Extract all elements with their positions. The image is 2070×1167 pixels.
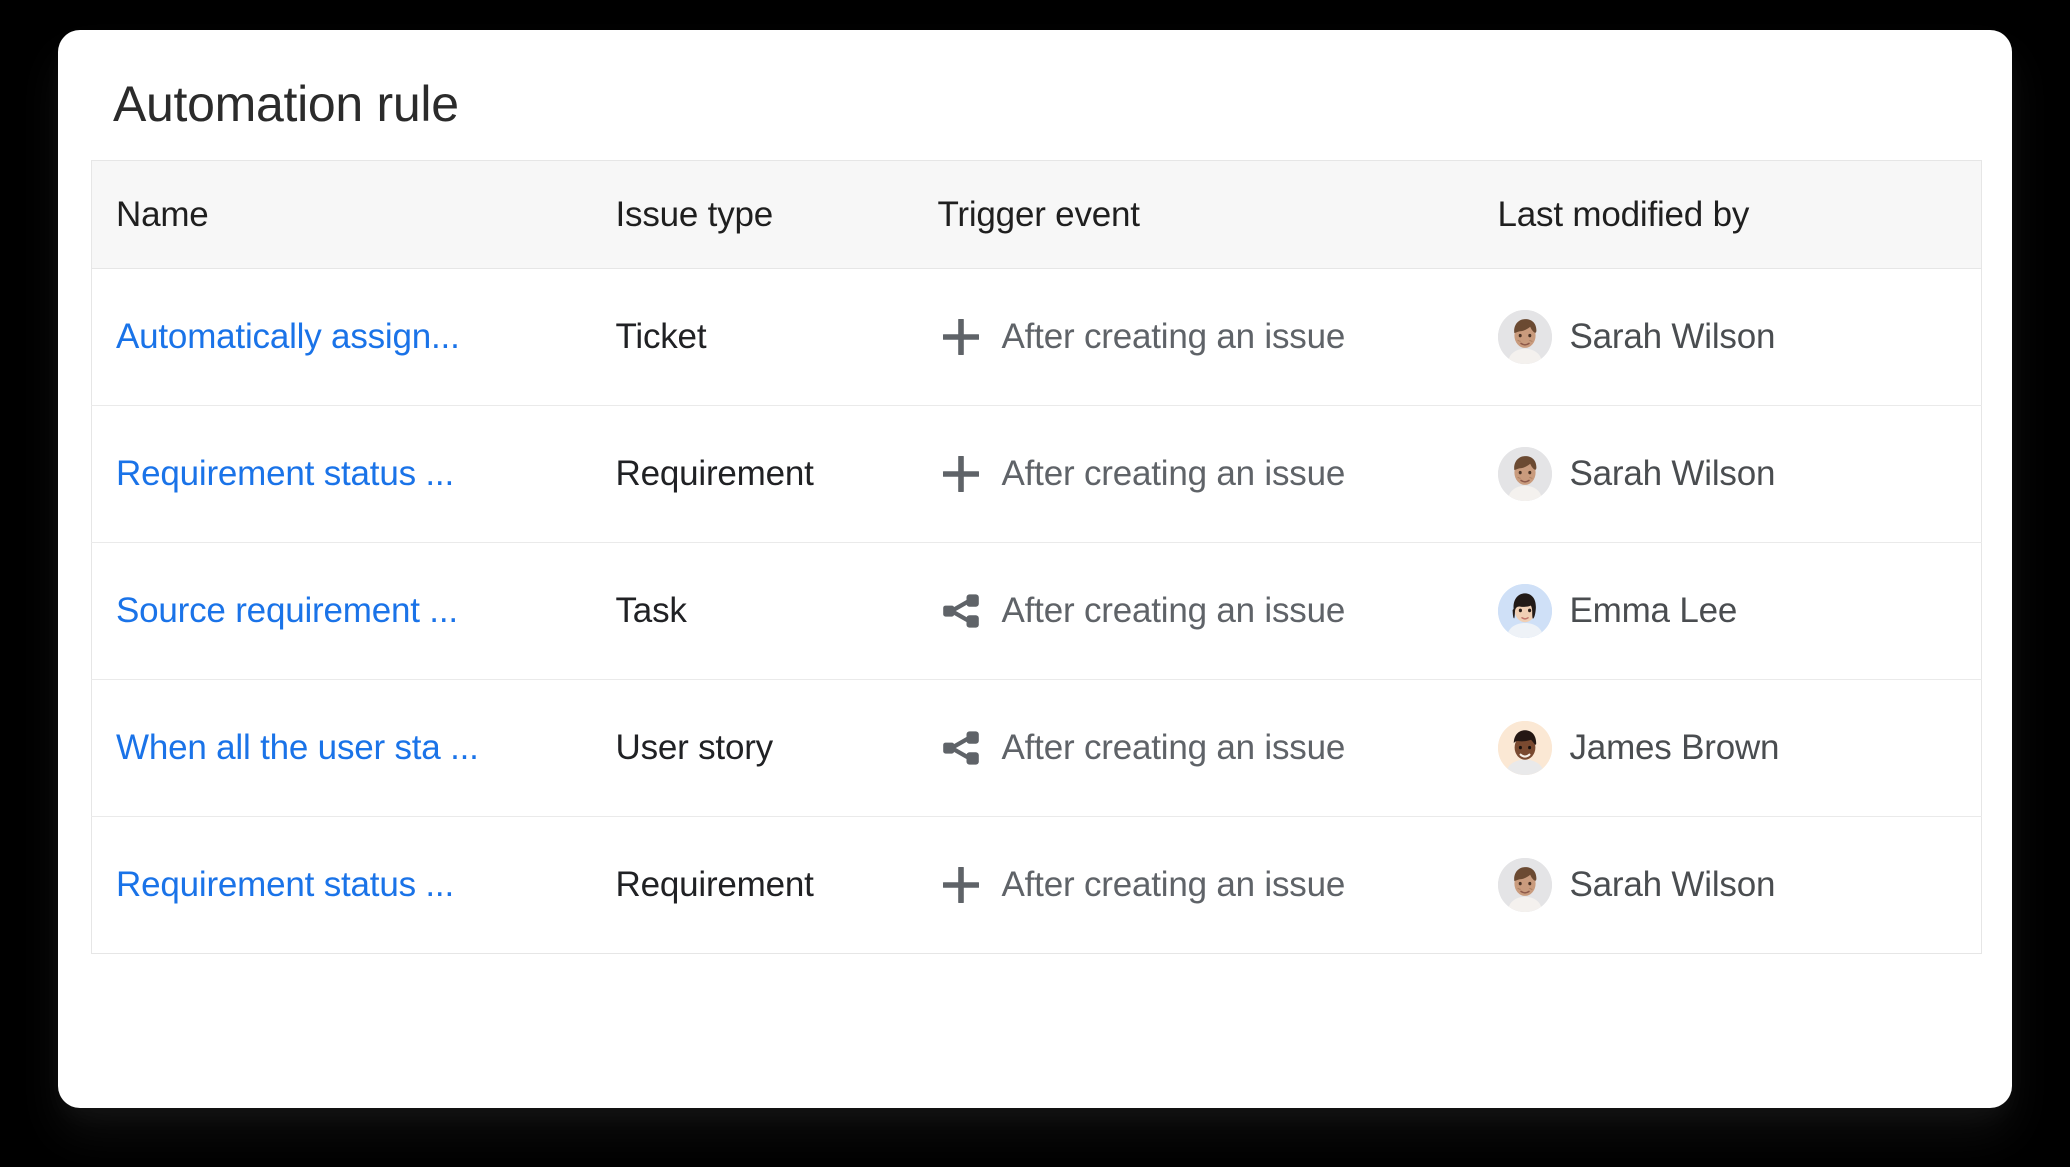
rule-name-link[interactable]: Requirement status ... — [116, 454, 454, 493]
issue-type-label: Requirement — [615, 454, 814, 493]
cell-issue-type: Task — [591, 542, 914, 680]
avatar-sarah-wilson — [1497, 310, 1552, 364]
table-row[interactable]: Source requirement ... Task After creatin… — [91, 542, 1982, 680]
plus-icon — [938, 451, 984, 497]
trigger-event-label: After creating an issue — [1001, 865, 1346, 904]
rule-name-link[interactable]: When all the user sta ... — [116, 728, 479, 767]
automation-rule-card: Automation rule Name Issue type Trigger … — [58, 30, 2012, 1108]
cell-issue-type: User story — [591, 679, 914, 817]
cell-trigger-event: After creating an issue — [913, 679, 1474, 817]
cell-last-modified-by: Sarah Wilson — [1473, 816, 1982, 954]
cell-rule-name: Requirement status ... — [91, 405, 592, 543]
cell-trigger-event: After creating an issue — [913, 268, 1474, 406]
share-branch-icon — [938, 725, 984, 771]
trigger-event-label: After creating an issue — [1001, 317, 1346, 356]
rule-name-link[interactable]: Requirement status ... — [116, 865, 454, 904]
cell-last-modified-by: Sarah Wilson — [1473, 268, 1982, 406]
user-name-label: Sarah Wilson — [1569, 454, 1776, 493]
rule-name-link[interactable]: Automatically assign... — [116, 317, 460, 356]
cell-trigger-event: After creating an issue — [913, 816, 1474, 954]
avatar-james-brown — [1497, 721, 1552, 775]
table-row[interactable]: Requirement status ... Requirement After … — [91, 816, 1982, 954]
column-header-name[interactable]: Name — [91, 160, 592, 269]
cell-rule-name: Automatically assign... — [91, 268, 592, 406]
issue-type-label: Task — [615, 591, 687, 630]
plus-icon — [938, 862, 984, 908]
user-name-label: Sarah Wilson — [1569, 317, 1776, 356]
cell-trigger-event: After creating an issue — [913, 405, 1474, 543]
trigger-event-label: After creating an issue — [1001, 454, 1346, 493]
cell-issue-type: Requirement — [591, 816, 914, 954]
column-header-issue-type[interactable]: Issue type — [591, 160, 914, 269]
table-body: Automatically assign... Ticket After crea… — [91, 268, 1982, 954]
user-name-label: Sarah Wilson — [1569, 865, 1776, 904]
column-header-trigger-event[interactable]: Trigger event — [913, 160, 1474, 269]
cell-rule-name: Source requirement ... — [91, 542, 592, 680]
cell-last-modified-by: Emma Lee — [1473, 542, 1982, 680]
cell-last-modified-by: Sarah Wilson — [1473, 405, 1982, 543]
table-row[interactable]: Automatically assign... Ticket After crea… — [91, 268, 1982, 406]
cell-last-modified-by: James Brown — [1473, 679, 1982, 817]
share-branch-icon — [938, 588, 984, 634]
cell-rule-name: When all the user sta ... — [91, 679, 592, 817]
issue-type-label: Ticket — [615, 317, 707, 356]
cell-issue-type: Requirement — [591, 405, 914, 543]
screen: Automation rule Name Issue type Trigger … — [0, 0, 2070, 1167]
avatar-sarah-wilson — [1497, 447, 1552, 501]
avatar-sarah-wilson — [1497, 858, 1552, 912]
user-name-label: James Brown — [1569, 728, 1780, 767]
trigger-event-label: After creating an issue — [1001, 728, 1346, 767]
trigger-event-label: After creating an issue — [1001, 591, 1346, 630]
rule-name-link[interactable]: Source requirement ... — [116, 591, 458, 630]
table-row[interactable]: When all the user sta ... User story Afte… — [91, 679, 1982, 817]
cell-rule-name: Requirement status ... — [91, 816, 592, 954]
column-header-last-modified-by[interactable]: Last modified by — [1473, 160, 1982, 269]
issue-type-label: User story — [615, 728, 774, 767]
cell-issue-type: Ticket — [591, 268, 914, 406]
table-row[interactable]: Requirement status ... Requirement After … — [91, 405, 1982, 543]
plus-icon — [938, 314, 984, 360]
automation-rules-table: Name Issue type Trigger event Last modif… — [91, 160, 1982, 954]
page-title: Automation rule — [113, 76, 459, 132]
cell-trigger-event: After creating an issue — [913, 542, 1474, 680]
issue-type-label: Requirement — [615, 865, 814, 904]
table-header-row: Name Issue type Trigger event Last modif… — [91, 160, 1982, 269]
user-name-label: Emma Lee — [1569, 591, 1738, 630]
table-header: Name Issue type Trigger event Last modif… — [91, 160, 1982, 269]
avatar-emma-lee — [1497, 584, 1552, 638]
